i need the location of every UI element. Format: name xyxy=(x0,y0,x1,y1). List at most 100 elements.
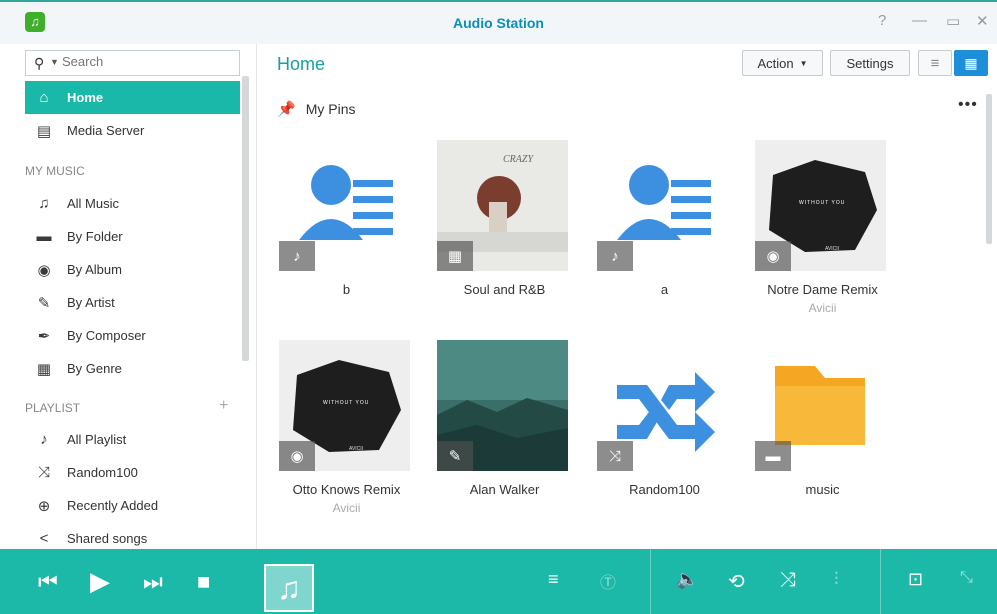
sidebar-item-by-album[interactable]: ◉ By Album xyxy=(25,253,240,286)
sidebar-item-label: Media Server xyxy=(67,123,145,138)
pin-title[interactable]: Notre Dame Remix xyxy=(735,282,910,297)
pin-title[interactable]: b xyxy=(259,282,434,297)
sidebar-item-label: All Playlist xyxy=(67,432,127,447)
player-bar: ⏮ ▶ ⏭ ■ ♫ ≡ Ⓣ 🔈 ⟲ ⤨ ⫶ ⊡ ⤡ xyxy=(0,549,997,614)
pin-artwork[interactable]: WITHOUT YOU AVICII ◉ xyxy=(755,140,886,271)
list-view-button[interactable]: ≡ xyxy=(918,50,952,76)
repeat-icon[interactable]: ⟲ xyxy=(728,569,745,594)
sidebar-item-media-server[interactable]: ▤ Media Server xyxy=(25,114,240,147)
pin-title[interactable]: Otto Knows Remix xyxy=(259,482,434,497)
sidebar-item-label: Shared songs xyxy=(67,531,148,546)
sidebar-item-recently-added[interactable]: ⊕ Recently Added xyxy=(25,489,240,522)
queue-icon[interactable]: ≡ xyxy=(548,569,559,590)
sidebar-item-label: Home xyxy=(67,90,104,105)
sidebar-item-by-artist[interactable]: ✎ By Artist xyxy=(25,286,240,319)
sidebar-item-label: By Genre xyxy=(67,361,122,376)
pin-artwork[interactable]: ♪ xyxy=(279,140,410,271)
media-server-icon: ▤ xyxy=(36,122,52,140)
pin-subtitle[interactable]: Avicii xyxy=(259,501,434,515)
minimize-icon[interactable]: ⤡ xyxy=(960,569,973,587)
album-art-text: CRAZY xyxy=(503,154,534,165)
pin-artwork[interactable]: ▬ xyxy=(755,340,886,471)
sidebar-item-label: By Artist xyxy=(67,295,115,310)
more-options-icon[interactable]: ••• xyxy=(958,96,978,114)
sidebar-item-by-folder[interactable]: ▬ By Folder xyxy=(25,220,240,253)
minimize-window-icon[interactable]: — xyxy=(912,12,927,29)
pins-header-label: My Pins xyxy=(305,101,356,117)
settings-button-label: Settings xyxy=(846,55,894,71)
content-scrollbar[interactable] xyxy=(986,94,992,244)
search-icon[interactable]: ⚲ xyxy=(34,55,44,72)
next-icon[interactable]: ⏭ xyxy=(143,569,163,595)
folder-icon: ▬ xyxy=(755,441,791,471)
help-icon[interactable]: ? xyxy=(878,12,886,29)
window-title: Audio Station xyxy=(453,15,544,31)
album-icon: ◉ xyxy=(279,441,315,471)
pin-title[interactable]: Alan Walker xyxy=(417,482,592,497)
chevron-down-icon: ▼ xyxy=(799,58,808,68)
volume-icon[interactable]: 🔈 xyxy=(676,569,698,590)
pins-header: 📌 My Pins xyxy=(277,100,355,118)
player-divider xyxy=(650,549,651,614)
sidebar-item-label: Random100 xyxy=(67,465,138,480)
equalizer-icon[interactable]: ⫶ xyxy=(834,569,839,590)
album-art-text: AVICII xyxy=(349,446,363,452)
add-playlist-button[interactable]: + xyxy=(219,397,228,415)
close-window-icon[interactable]: ✕ xyxy=(976,12,989,30)
pin-title[interactable]: Random100 xyxy=(577,482,752,497)
previous-icon[interactable]: ⏮ xyxy=(38,569,58,595)
pen-icon: ✒ xyxy=(37,327,51,345)
pin-title[interactable]: music xyxy=(735,482,910,497)
sidebar-item-by-genre[interactable]: ▦ By Genre xyxy=(25,352,240,385)
music-note-icon: ♫ xyxy=(38,195,50,212)
sidebar-scrollbar[interactable] xyxy=(242,76,249,361)
sidebar-item-label: By Composer xyxy=(67,328,146,343)
microphone-icon: ✎ xyxy=(37,294,51,312)
album-icon: ◉ xyxy=(37,261,51,279)
playlist-icon: ♪ xyxy=(597,241,633,271)
stop-icon[interactable]: ■ xyxy=(197,569,210,595)
my-music-header: MY MUSIC xyxy=(25,164,85,178)
pin-artwork[interactable]: ✎ xyxy=(437,340,568,471)
action-button-label: Action xyxy=(757,55,794,71)
list-view-icon: ≡ xyxy=(930,54,940,72)
pin-artwork[interactable]: CRAZY ▦ xyxy=(437,140,568,271)
grid-view-button[interactable]: ▦ xyxy=(954,50,988,76)
share-icon: < xyxy=(39,530,49,547)
pin-title[interactable]: Soul and R&B xyxy=(417,282,592,297)
sidebar-item-all-playlist[interactable]: ♪ All Playlist xyxy=(25,423,240,456)
title-bar: ♫ Audio Station ? — ▭ ✕ xyxy=(0,0,997,44)
play-icon[interactable]: ▶ xyxy=(90,566,110,597)
pin-subtitle[interactable]: Avicii xyxy=(735,301,910,315)
pin-artwork[interactable]: ♪ xyxy=(597,140,728,271)
search-box[interactable]: ⚲ ▼ xyxy=(25,50,240,76)
shuffle-icon[interactable]: ⤨ xyxy=(780,569,796,592)
sidebar-item-random100[interactable]: ⤨ Random100 xyxy=(25,456,240,489)
chevron-down-icon[interactable]: ▼ xyxy=(50,57,59,67)
grid-icon: ▦ xyxy=(437,241,473,271)
sidebar-item-home[interactable]: ⌂ Home xyxy=(25,81,240,114)
album-icon: ◉ xyxy=(755,241,791,271)
sidebar-item-label: By Album xyxy=(67,262,122,277)
airplay-icon[interactable]: ⊡ xyxy=(908,569,923,590)
playlist-icon: ♪ xyxy=(40,431,48,448)
now-playing-cover[interactable]: ♫ xyxy=(264,564,314,612)
grid-view-icon: ▦ xyxy=(964,54,978,71)
settings-button[interactable]: Settings xyxy=(830,50,910,76)
shuffle-icon: ⤨ xyxy=(597,441,633,471)
action-button[interactable]: Action ▼ xyxy=(742,50,823,76)
sidebar-item-all-music[interactable]: ♫ All Music xyxy=(25,187,240,220)
pin-icon: 📌 xyxy=(277,101,296,118)
sidebar-item-by-composer[interactable]: ✒ By Composer xyxy=(25,319,240,352)
plus-circle-icon: ⊕ xyxy=(37,497,51,515)
lyrics-icon[interactable]: Ⓣ xyxy=(600,569,616,593)
shuffle-icon: ⤨ xyxy=(37,464,50,481)
folder-icon: ▬ xyxy=(36,228,52,245)
maximize-window-icon[interactable]: ▭ xyxy=(946,12,960,30)
pin-title[interactable]: a xyxy=(577,282,752,297)
pin-artwork[interactable]: WITHOUT YOU AVICII ◉ xyxy=(279,340,410,471)
page-title: Home xyxy=(277,54,326,74)
microphone-icon: ✎ xyxy=(437,441,473,471)
pin-artwork[interactable]: ⤨ xyxy=(597,340,728,471)
search-input[interactable] xyxy=(62,54,232,69)
